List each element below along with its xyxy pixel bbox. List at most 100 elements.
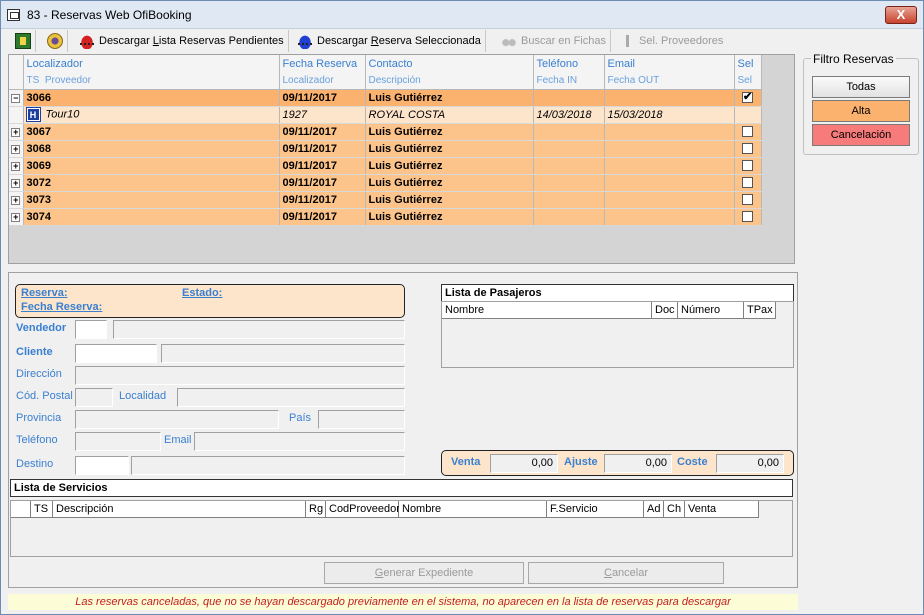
select-checkbox[interactable] xyxy=(742,126,753,138)
ajuste-field: 0,00 xyxy=(604,454,672,473)
ajuste-label: Ajuste xyxy=(564,456,598,468)
table-row[interactable]: + 3069 09/11/2017 Luis Gutiérrez xyxy=(9,157,762,175)
col-srv-ad[interactable]: Ad xyxy=(644,501,664,518)
expand-toggle[interactable]: + xyxy=(11,212,21,222)
col-srv-fservicio[interactable]: F.Servicio xyxy=(547,501,644,518)
col-srv-venta[interactable]: Venta xyxy=(685,501,759,518)
gear-icon xyxy=(47,33,63,49)
direccion-field[interactable] xyxy=(75,366,405,385)
email-field[interactable] xyxy=(194,432,405,451)
hotel-icon: H xyxy=(25,107,41,122)
expand-toggle[interactable]: + xyxy=(11,161,21,171)
select-checkbox[interactable] xyxy=(742,143,753,155)
row-localizador: 3074 xyxy=(23,208,280,226)
col-srv-descripcion[interactable]: Descripción xyxy=(53,501,306,518)
vendedor-name-field[interactable] xyxy=(113,320,405,339)
cliente-code-field[interactable] xyxy=(75,344,157,363)
select-checkbox[interactable] xyxy=(742,211,753,223)
localidad-field[interactable] xyxy=(177,388,405,407)
select-providers-label: Sel. Proveedores xyxy=(639,35,724,47)
col-email[interactable]: Email xyxy=(604,55,735,72)
cod-postal-field[interactable] xyxy=(75,388,113,407)
row-contacto: Luis Gutiérrez xyxy=(365,140,534,158)
grid-subheader-row: TS Proveedor Localizador Descripción Fec… xyxy=(9,72,762,90)
col-fecha-reserva[interactable]: Fecha Reserva xyxy=(279,55,366,72)
direccion-label: Dirección xyxy=(16,368,62,380)
settings-button[interactable] xyxy=(43,30,68,52)
col-srv-ch[interactable]: Ch xyxy=(664,501,685,518)
cod-postal-label: Cód. Postal xyxy=(16,390,73,402)
col-contacto[interactable]: Contacto xyxy=(365,55,534,72)
servicios-list[interactable]: TS Descripción Rg CodProveedor Nombre F.… xyxy=(10,500,793,557)
table-row[interactable]: + 3067 09/11/2017 Luis Gutiérrez xyxy=(9,123,762,141)
col-pax-numero[interactable]: Número xyxy=(678,302,744,319)
select-checkbox[interactable] xyxy=(742,90,753,104)
exit-button[interactable] xyxy=(11,30,36,52)
expand-toggle[interactable]: + xyxy=(11,195,21,205)
col-sel[interactable]: Sel xyxy=(734,55,762,72)
destino-code-field[interactable] xyxy=(75,456,129,475)
col-sub-localizador[interactable]: Localizador xyxy=(279,72,366,90)
col-ts-proveedor[interactable]: TS Proveedor xyxy=(23,72,280,90)
generar-expediente-button[interactable]: Generar Expediente xyxy=(324,562,524,584)
row-fecha: 09/11/2017 xyxy=(279,191,366,209)
destino-name-field[interactable] xyxy=(131,456,405,475)
download-pending-button[interactable]: Descargar Lista Reservas Pendientes xyxy=(75,30,289,52)
close-button[interactable]: X xyxy=(885,6,917,24)
localidad-label: Localidad xyxy=(119,390,167,402)
cliente-name-field[interactable] xyxy=(161,344,405,363)
col-srv-nombre[interactable]: Nombre xyxy=(399,501,547,518)
col-srv-rg[interactable]: Rg xyxy=(306,501,326,518)
filter-cancelacion-button[interactable]: Cancelación xyxy=(812,124,910,146)
select-checkbox[interactable] xyxy=(742,194,753,206)
col-sub-sel[interactable]: Sel xyxy=(734,72,762,90)
select-checkbox[interactable] xyxy=(742,177,753,189)
select-providers-button[interactable]: Sel. Proveedores xyxy=(615,30,727,52)
vendedor-code-field[interactable] xyxy=(75,320,107,339)
row-fecha: 09/11/2017 xyxy=(279,174,366,192)
expand-toggle[interactable]: + xyxy=(11,144,21,154)
col-fecha-out[interactable]: Fecha OUT xyxy=(604,72,735,90)
search-files-button[interactable]: Buscar en Fichas xyxy=(497,30,611,52)
subrow-descripcion: ROYAL COSTA xyxy=(365,106,534,124)
col-pax-nombre[interactable]: Nombre xyxy=(442,302,652,319)
col-srv-ts[interactable]: TS xyxy=(31,501,53,518)
provincia-field[interactable] xyxy=(75,410,279,429)
coste-label: Coste xyxy=(677,456,708,468)
cancelar-button[interactable]: Cancelar xyxy=(528,562,724,584)
col-localizador[interactable]: Localizador xyxy=(23,55,280,72)
subrow-proveedor: H Tour10 xyxy=(23,106,280,124)
destino-label: Destino xyxy=(16,458,54,470)
col-srv-codproveedor[interactable]: CodProveedor xyxy=(326,501,400,518)
reservation-detail-panel: Reserva: Estado: Fecha Reserva: Vendedor… xyxy=(8,272,798,588)
blue-car-icon xyxy=(297,33,313,49)
table-row[interactable]: − 3066 09/11/2017 Luis Gutiérrez xyxy=(9,89,762,107)
filter-all-button[interactable]: Todas xyxy=(812,76,910,98)
row-localizador: 3072 xyxy=(23,174,280,192)
col-pax-tpax[interactable]: TPax xyxy=(744,302,776,319)
pasajeros-title: Lista de Pasajeros xyxy=(441,284,794,302)
col-telefono[interactable]: Teléfono xyxy=(533,55,605,72)
download-selected-button[interactable]: Descargar Reserva Seleccionada xyxy=(293,30,486,52)
table-row[interactable]: + 3072 09/11/2017 Luis Gutiérrez xyxy=(9,174,762,192)
collapse-toggle[interactable]: − xyxy=(11,93,21,103)
reservations-grid[interactable]: Localizador Fecha Reserva Contacto Teléf… xyxy=(8,54,795,264)
col-descripcion[interactable]: Descripción xyxy=(365,72,534,90)
table-row[interactable]: + 3068 09/11/2017 Luis Gutiérrez xyxy=(9,140,762,158)
venta-label: Venta xyxy=(451,456,481,468)
cliente-label: Cliente xyxy=(16,346,53,358)
col-pax-doc[interactable]: Doc xyxy=(652,302,678,319)
provincia-label: Provincia xyxy=(16,412,62,424)
expand-toggle[interactable]: + xyxy=(11,178,21,188)
table-row[interactable]: + 3074 09/11/2017 Luis Gutiérrez xyxy=(9,208,762,226)
pasajeros-list[interactable]: Nombre Doc Número TPax xyxy=(441,301,794,368)
expand-toggle[interactable]: + xyxy=(11,127,21,137)
filter-alta-button[interactable]: Alta xyxy=(812,100,910,122)
row-fecha: 09/11/2017 xyxy=(279,123,366,141)
select-checkbox[interactable] xyxy=(742,160,753,172)
table-row[interactable]: + 3073 09/11/2017 Luis Gutiérrez xyxy=(9,191,762,209)
table-subrow[interactable]: H Tour10 1927 ROYAL COSTA 14/03/2018 15/0… xyxy=(9,106,762,124)
pais-field[interactable] xyxy=(318,410,405,429)
telefono-field[interactable] xyxy=(75,432,161,451)
col-fecha-in[interactable]: Fecha IN xyxy=(533,72,605,90)
